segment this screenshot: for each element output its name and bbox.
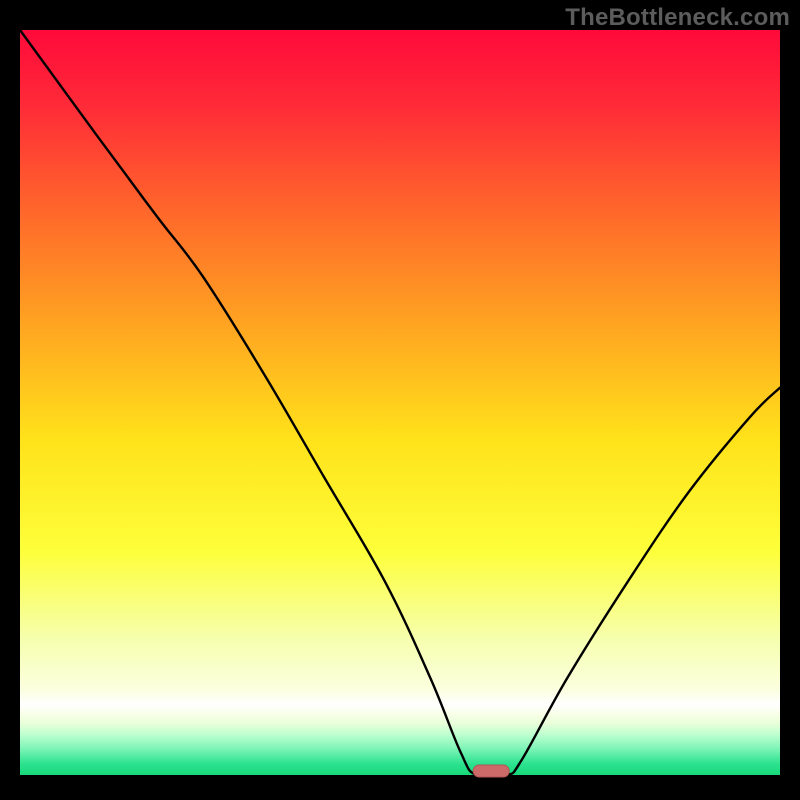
chart-frame: TheBottleneck.com — [0, 0, 800, 800]
optimal-marker — [473, 765, 509, 777]
bottleneck-chart — [0, 0, 800, 800]
watermark-text: TheBottleneck.com — [565, 4, 790, 32]
plot-background — [20, 30, 780, 775]
